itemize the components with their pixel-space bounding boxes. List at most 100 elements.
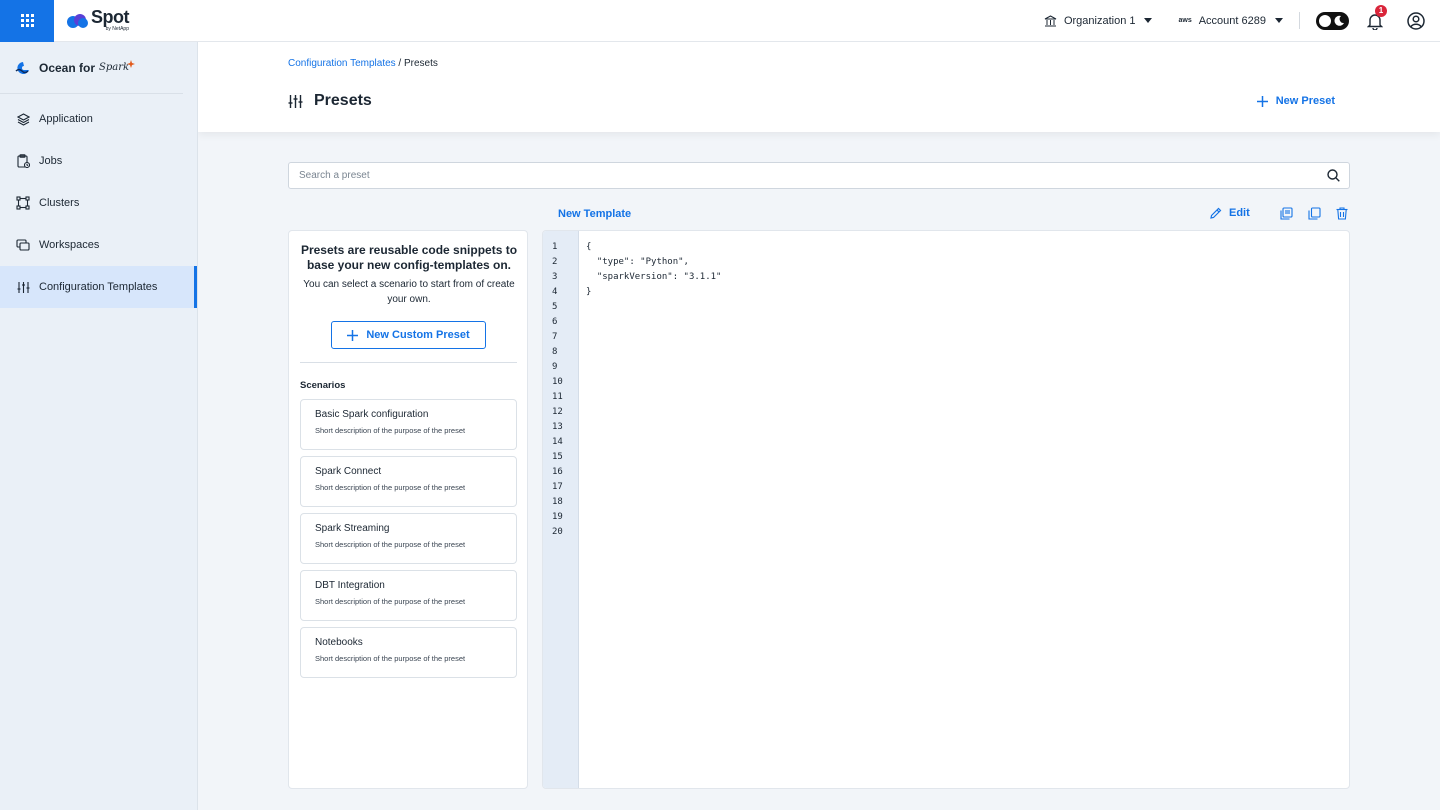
search-icon[interactable] — [1327, 169, 1340, 182]
organization-dropdown[interactable]: Organization 1 — [1044, 15, 1153, 27]
new-preset-button[interactable]: New Preset — [1256, 95, 1335, 107]
line-number: 16 — [552, 467, 563, 477]
product-switcher[interactable]: Ocean for Spark — [0, 42, 183, 94]
breadcrumb: Configuration Templates / Presets — [288, 58, 438, 69]
plus-icon — [347, 329, 359, 341]
sidebar-item-label: Clusters — [39, 197, 80, 209]
app-name: Spot — [91, 7, 130, 27]
edit-label: Edit — [1229, 207, 1250, 219]
new-custom-preset-button[interactable]: New Custom Preset — [331, 321, 486, 349]
scenario-name: DBT Integration — [315, 580, 385, 591]
search-input[interactable] — [289, 163, 1327, 188]
sidebar-item-label: Configuration Templates — [39, 281, 158, 293]
app-vendor: by NetApp — [105, 26, 129, 32]
ocean-logo-icon — [15, 61, 29, 74]
scenarios-heading: Scenarios — [300, 380, 346, 391]
line-number: 18 — [552, 497, 563, 507]
workspaces-icon — [16, 239, 30, 251]
edit-button[interactable]: Edit — [1210, 207, 1250, 219]
search-bar — [288, 162, 1350, 189]
notifications-button[interactable]: 1 — [1367, 4, 1387, 30]
line-number: 2 — [552, 257, 558, 267]
code-line: "sparkVersion": "3.1.1" — [586, 272, 722, 282]
spot-logo[interactable]: Spot by NetApp — [66, 7, 130, 32]
breadcrumb-link-configuration-templates[interactable]: Configuration Templates — [288, 58, 396, 69]
grid-icon — [20, 14, 34, 27]
line-number: 7 — [552, 332, 558, 342]
sliders-icon — [17, 281, 29, 293]
copy-icon[interactable] — [1308, 207, 1321, 220]
top-bar: Spot by NetApp Organization 1 aws Accoun… — [0, 0, 1440, 42]
code-content[interactable]: { "type": "Python", "sparkVersion": "3.1… — [586, 240, 721, 300]
line-number: 4 — [552, 287, 558, 297]
line-number: 13 — [552, 422, 563, 432]
scenario-name: Basic Spark configuration — [315, 409, 429, 420]
user-circle-icon — [1407, 11, 1425, 30]
plus-icon — [1256, 95, 1268, 107]
scenario-card[interactable]: Notebooks Short description of the purpo… — [300, 627, 517, 678]
breadcrumb-separator: / — [395, 58, 404, 69]
account-dropdown[interactable]: aws Account 6289 — [1178, 15, 1283, 27]
pencil-icon — [1210, 207, 1222, 219]
line-number-gutter: 1 2 3 4 5 6 7 8 9 10 11 12 13 14 15 16 17 18 19 20 — [543, 231, 579, 788]
sliders-icon — [288, 94, 303, 108]
line-number: 3 — [552, 272, 558, 282]
line-number: 9 — [552, 362, 558, 372]
scenario-name: Spark Connect — [315, 466, 382, 477]
presets-panel: Presets are reusable code snippets to ba… — [288, 230, 528, 789]
organization-name: Organization 1 — [1063, 14, 1136, 27]
duplicate-icon[interactable] — [1280, 207, 1293, 220]
sidebar-item-configuration-templates[interactable]: Configuration Templates — [0, 266, 197, 308]
scenario-description: Short description of the purpose of the … — [315, 654, 466, 663]
scenario-card[interactable]: Spark Streaming Short description of the… — [300, 513, 517, 564]
theme-toggle[interactable] — [1316, 11, 1349, 30]
scenario-card[interactable]: Spark Connect Short description of the p… — [300, 456, 517, 507]
scenario-card[interactable]: DBT Integration Short description of the… — [300, 570, 517, 621]
sidebar-item-application[interactable]: Application — [0, 98, 197, 140]
breadcrumb-current: Presets — [404, 58, 438, 69]
chevron-down-icon — [1144, 18, 1153, 23]
sidebar-item-jobs[interactable]: Jobs — [0, 140, 197, 182]
line-number: 17 — [552, 482, 563, 492]
layers-icon — [16, 112, 30, 126]
scenario-list: Basic Spark configuration Short descript… — [300, 399, 517, 684]
product-name: Ocean for — [39, 60, 96, 75]
divider — [1299, 12, 1300, 29]
code-line: } — [586, 287, 592, 297]
line-number: 12 — [552, 407, 563, 417]
code-editor[interactable]: 1 2 3 4 5 6 7 8 9 10 11 12 13 14 15 16 17 18 19 20 { "type"… — [542, 230, 1350, 789]
line-number: 6 — [552, 317, 558, 327]
scenario-description: Short description of the purpose of the … — [315, 426, 466, 435]
page-header: Configuration Templates / Presets Preset… — [198, 42, 1440, 132]
account-name: Account 6289 — [1198, 14, 1266, 27]
spark-star-icon — [127, 59, 136, 68]
scenario-card[interactable]: Basic Spark configuration Short descript… — [300, 399, 517, 450]
line-number: 20 — [552, 527, 563, 537]
sidebar-item-label: Application — [39, 113, 93, 125]
new-custom-preset-label: New Custom Preset — [366, 329, 470, 341]
scenario-description: Short description of the purpose of the … — [315, 540, 466, 549]
trash-icon[interactable] — [1336, 207, 1348, 220]
bank-icon — [1044, 14, 1057, 26]
chevron-down-icon — [1275, 18, 1283, 23]
cloud-logo-icon — [67, 13, 88, 28]
sidebar-item-clusters[interactable]: Clusters — [0, 182, 197, 224]
page-title: Presets — [314, 92, 372, 109]
line-number: 14 — [552, 437, 563, 447]
template-title[interactable]: New Template — [558, 208, 631, 220]
line-number: 11 — [552, 392, 563, 402]
code-line: { — [586, 242, 592, 252]
line-number: 15 — [552, 452, 563, 462]
aws-logo-icon: aws — [1178, 17, 1192, 24]
sidebar-item-workspaces[interactable]: Workspaces — [0, 224, 197, 266]
line-number: 5 — [552, 302, 558, 312]
scenario-name: Notebooks — [315, 637, 363, 648]
notification-badge: 1 — [1375, 4, 1387, 17]
jobs-icon — [16, 154, 30, 168]
code-line: "type": "Python", — [586, 257, 689, 267]
scenario-description: Short description of the purpose of the … — [315, 483, 466, 492]
user-menu-button[interactable] — [1407, 11, 1425, 30]
presets-intro-title: Presets are reusable code snippets to ba… — [300, 243, 518, 272]
app-launcher-button[interactable] — [0, 0, 54, 42]
spark-logo: Spark — [99, 62, 130, 73]
